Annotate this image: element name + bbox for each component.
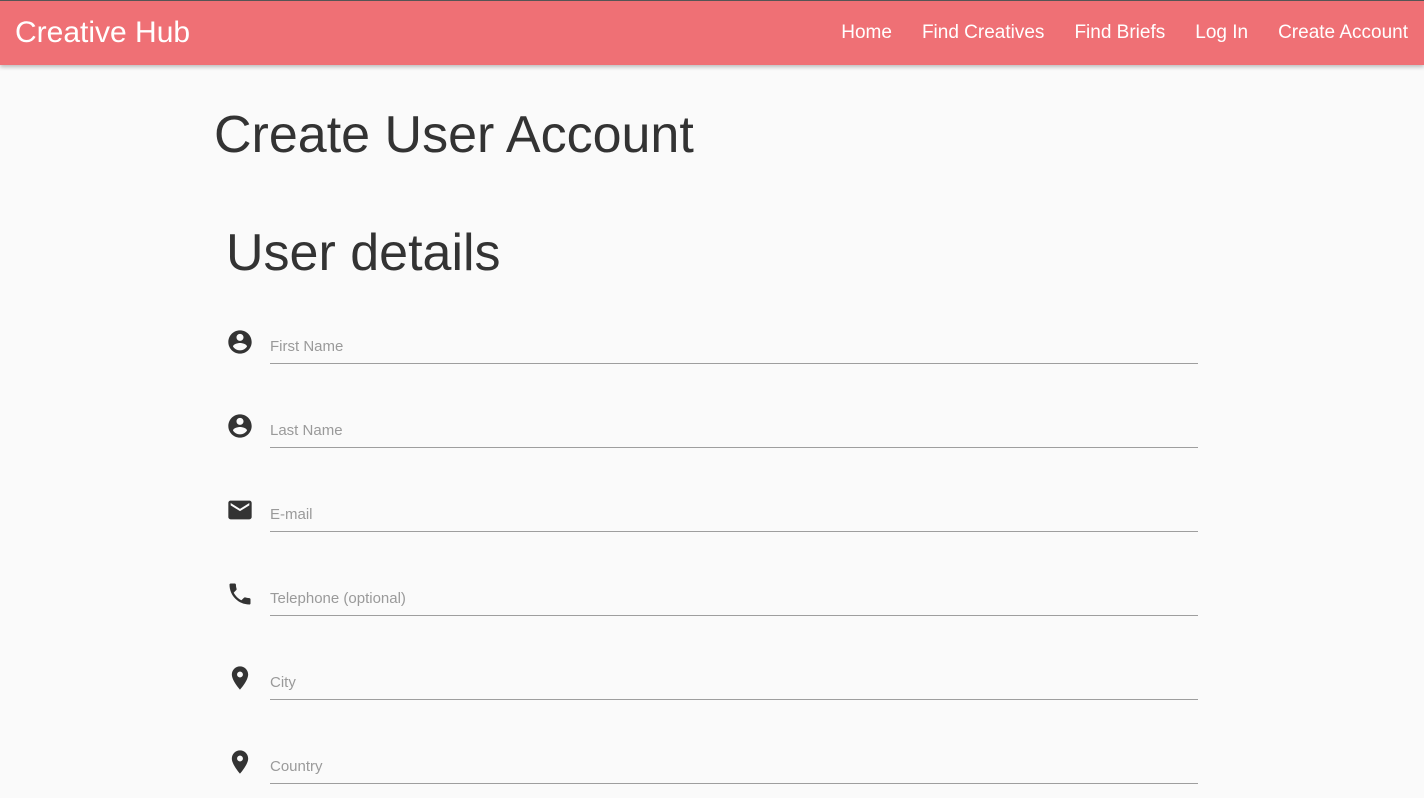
city-input[interactable] [270, 666, 1198, 700]
nav-link-create-account[interactable]: Create Account [1278, 20, 1408, 46]
email-input[interactable] [270, 498, 1198, 532]
country-input[interactable] [270, 750, 1198, 784]
account-circle-icon [226, 328, 254, 356]
top-navbar: Creative Hub Home Find Creatives Find Br… [0, 0, 1424, 65]
email-icon [226, 496, 254, 524]
telephone-input[interactable] [270, 582, 1198, 616]
location-pin-icon [226, 748, 254, 776]
brand-logo-link[interactable]: Creative Hub [15, 15, 190, 51]
first-name-input[interactable] [270, 330, 1198, 364]
telephone-field [226, 580, 1198, 630]
nav-link-log-in[interactable]: Log In [1195, 20, 1248, 46]
city-field [226, 664, 1198, 714]
nav-links: Home Find Creatives Find Briefs Log In C… [811, 20, 1408, 46]
email-field [226, 496, 1198, 546]
country-field [226, 748, 1198, 798]
nav-link-find-creatives[interactable]: Find Creatives [922, 20, 1045, 46]
first-name-field [226, 328, 1198, 378]
account-circle-icon [226, 412, 254, 440]
phone-icon [226, 580, 254, 608]
location-pin-icon [226, 664, 254, 692]
last-name-input[interactable] [270, 414, 1198, 448]
nav-link-find-briefs[interactable]: Find Briefs [1074, 20, 1165, 46]
section-title-user-details: User details [226, 224, 501, 282]
page-title: Create User Account [214, 106, 694, 164]
last-name-field [226, 412, 1198, 462]
nav-link-home[interactable]: Home [841, 20, 892, 46]
